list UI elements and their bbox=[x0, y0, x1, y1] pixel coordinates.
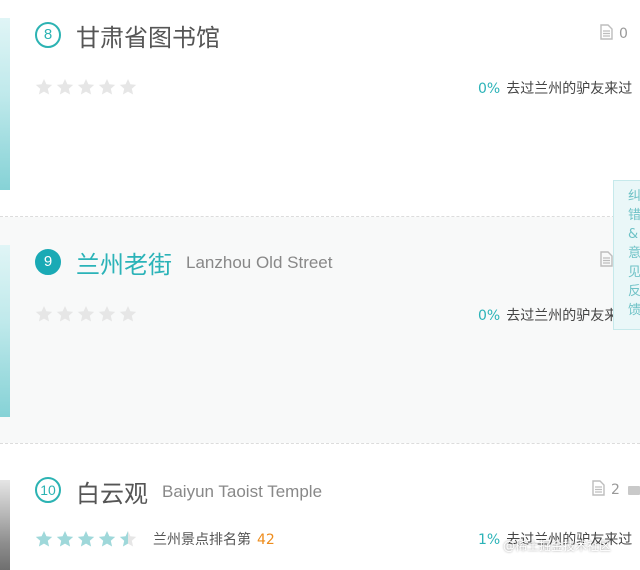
star-icon bbox=[119, 78, 137, 96]
document-icon bbox=[600, 251, 613, 271]
attraction-thumbnail[interactable] bbox=[0, 480, 10, 570]
star-icon bbox=[98, 530, 116, 548]
star-icon bbox=[77, 78, 95, 96]
doc-count[interactable]: 0 bbox=[600, 24, 628, 44]
star-icon bbox=[35, 305, 53, 323]
star-icon bbox=[56, 305, 74, 323]
star-icon bbox=[77, 305, 95, 323]
rating-stars bbox=[35, 528, 140, 548]
comment-icon bbox=[627, 485, 640, 495]
rank-number-badge: 10 bbox=[35, 477, 61, 503]
rank-value[interactable]: 42 bbox=[257, 532, 275, 548]
attraction-title[interactable]: 白云观 Baiyun Taoist Temple bbox=[76, 474, 322, 509]
star-icon bbox=[77, 530, 95, 548]
attraction-name-cn[interactable]: 甘肃省图书馆 bbox=[76, 24, 220, 52]
attraction-item-9[interactable]: 9 兰州老街 Lanzhou Old Street 0% 去过兰州的驴友来过 bbox=[0, 217, 640, 443]
rating-stars bbox=[35, 76, 140, 96]
attraction-item-8[interactable]: 8 甘肃省图书馆 0 0% 去过兰州的驴友来过 bbox=[0, 0, 640, 216]
star-icon bbox=[35, 530, 53, 548]
rank-label: 兰州景点排名第 bbox=[153, 532, 251, 548]
document-icon bbox=[600, 24, 613, 44]
rank-text: 兰州景点排名第 42 bbox=[153, 529, 275, 549]
visit-stat: 0% 去过兰州的驴友来过 bbox=[478, 78, 632, 98]
attraction-thumbnail[interactable] bbox=[0, 245, 10, 417]
rank-number-badge: 9 bbox=[35, 249, 61, 275]
rank-number-badge: 8 bbox=[35, 22, 61, 48]
visit-stat: 0% 去过兰州的驴友来过 bbox=[478, 305, 632, 325]
rating-stars bbox=[35, 303, 140, 323]
doc-count[interactable]: 2 bbox=[592, 480, 640, 500]
star-icon bbox=[98, 305, 116, 323]
attraction-name-cn[interactable]: 兰州老街 bbox=[76, 251, 172, 279]
star-icon bbox=[119, 305, 137, 323]
document-icon bbox=[592, 480, 605, 500]
attraction-name-en[interactable]: Lanzhou Old Street bbox=[186, 253, 332, 272]
visit-stat-label: 去过兰州的驴友来过 bbox=[506, 81, 633, 97]
visit-percent: 0% bbox=[478, 308, 501, 324]
attraction-name-cn[interactable]: 白云观 bbox=[76, 480, 148, 508]
feedback-tab[interactable]: 纠 错 & 意 见 反 馈 bbox=[613, 180, 640, 330]
star-icon bbox=[98, 78, 116, 96]
watermark: @稀土掘金技术社区 bbox=[503, 539, 612, 553]
star-icon bbox=[56, 530, 74, 548]
star-icon bbox=[56, 78, 74, 96]
attraction-name-en[interactable]: Baiyun Taoist Temple bbox=[162, 482, 322, 501]
star-icon bbox=[119, 530, 137, 548]
star-icon bbox=[35, 78, 53, 96]
attraction-thumbnail[interactable] bbox=[0, 18, 10, 190]
attraction-title[interactable]: 甘肃省图书馆 bbox=[76, 18, 220, 53]
visit-percent: 0% bbox=[478, 81, 501, 97]
doc-count-value: 0 bbox=[619, 26, 628, 42]
doc-count-value: 2 bbox=[611, 482, 620, 498]
visit-percent: 1% bbox=[478, 532, 501, 548]
attraction-title[interactable]: 兰州老街 Lanzhou Old Street bbox=[76, 245, 332, 280]
